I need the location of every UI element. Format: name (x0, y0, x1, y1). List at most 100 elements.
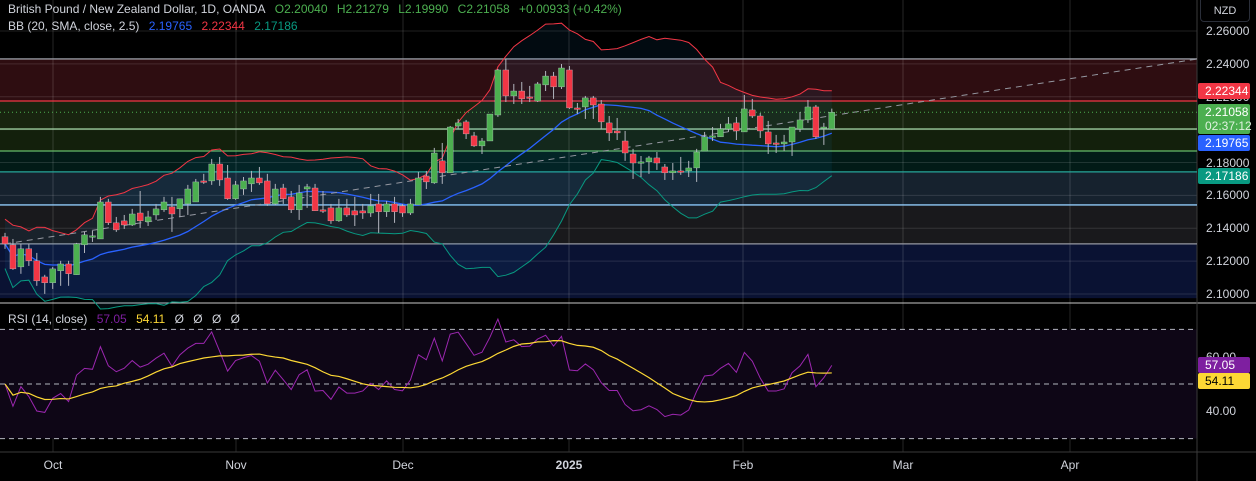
bar-countdown: 02:37:12 (1205, 119, 1252, 134)
candle-body (637, 161, 645, 164)
candle-body (272, 188, 279, 205)
candle-body (375, 203, 382, 212)
candle-body (25, 248, 33, 261)
candle-body (81, 234, 88, 246)
candle-body (97, 201, 104, 240)
candle-body (693, 151, 700, 169)
candle-body (574, 107, 581, 110)
candle-body (804, 106, 812, 121)
candle-body (510, 90, 517, 97)
candle-body (383, 203, 390, 212)
candle-body (65, 263, 72, 274)
candle-body (685, 167, 692, 172)
candle-body (773, 142, 780, 145)
last-price-text: 2.21058 (1205, 105, 1249, 120)
candle-body (788, 126, 796, 143)
rsi-extra-4: Ø (230, 312, 240, 326)
price-tick: 2.16000 (1206, 188, 1250, 203)
candle-body (184, 188, 192, 205)
candle-body (57, 263, 64, 272)
candle-body (423, 175, 430, 183)
candle-body (224, 177, 231, 200)
candle-body (486, 113, 494, 142)
candle (494, 68, 502, 117)
rsi-value: 57.05 (96, 312, 127, 326)
candle-body (550, 75, 557, 88)
candle-body (741, 108, 748, 133)
time-tick: Apr (1060, 458, 1080, 472)
candle-body (1, 236, 9, 245)
candle-body (335, 207, 343, 222)
candle-body (661, 166, 668, 174)
candle-body (820, 126, 827, 129)
rsi-legend: RSI (14, close) 57.05 54.11 Ø Ø Ø Ø (8, 312, 246, 326)
candle-body (17, 248, 25, 268)
candle-body (470, 135, 478, 147)
candle-body (812, 106, 820, 138)
price-tick: 2.14000 (1206, 221, 1250, 236)
candle-body (566, 69, 573, 109)
candle (812, 104, 820, 140)
candle-body (590, 97, 597, 106)
candle-body (701, 136, 708, 152)
candle-body (129, 213, 136, 226)
candle-body (73, 243, 80, 275)
candle-body (216, 163, 223, 181)
rsi-extra-1: Ø (174, 312, 184, 326)
candle-body (399, 205, 406, 214)
candle-body (502, 69, 510, 97)
candle-body (717, 128, 724, 138)
low-value: L2.19990 (398, 2, 449, 16)
candle-body (606, 122, 613, 134)
candle-body (232, 184, 239, 200)
bb-legend: BB (20, SMA, close, 2.5) 2.19765 2.22344… (8, 19, 304, 33)
change-value: +0.00933 (+0.42%) (519, 2, 622, 16)
candle-body (415, 177, 422, 206)
bb-label[interactable]: BB (20, SMA, close, 2.5) (8, 19, 139, 33)
candle-body (447, 126, 454, 174)
candle-body (431, 152, 438, 184)
symbol-title[interactable]: British Pound / New Zealand Dollar, 1D, … (8, 2, 265, 16)
candle-body (709, 135, 716, 138)
candle-body (113, 222, 120, 231)
bb-basis-value: 2.19765 (148, 19, 193, 33)
candle-body (765, 131, 772, 145)
rsi-label[interactable]: RSI (14, close) (8, 312, 87, 326)
bb-upper-badge-text: 2.22344 (1205, 84, 1249, 99)
candle-body (749, 109, 756, 117)
high-value: H2.21279 (336, 2, 389, 16)
bb-upper-value: 2.22344 (201, 19, 245, 33)
candle-body (462, 121, 470, 135)
candle-body (121, 220, 128, 226)
candle-body (796, 119, 804, 130)
time-tick: Mar (892, 458, 914, 472)
candle-body (542, 75, 549, 86)
candle-body (391, 203, 398, 212)
candle-body (303, 186, 311, 190)
candle-body (629, 153, 637, 164)
candle (566, 66, 573, 109)
candle (447, 126, 454, 174)
candle (192, 178, 199, 203)
candle-body (248, 177, 255, 185)
time-tick: 2025 (555, 458, 583, 472)
candle-body (518, 90, 525, 100)
candle-body (288, 196, 295, 211)
currency-button[interactable]: NZD (1200, 0, 1250, 22)
candle-body (343, 207, 351, 216)
candle-body (160, 201, 168, 211)
chart-canvas[interactable] (0, 0, 1256, 481)
candle-body (208, 163, 215, 182)
candle-body (105, 201, 112, 224)
candle-body (614, 130, 621, 134)
rsi-tick: 40.00 (1206, 404, 1237, 419)
candle-body (478, 140, 486, 147)
rsi-ma-badge-text: 54.11 (1205, 373, 1235, 388)
candle-body (653, 157, 661, 164)
candle-body (526, 96, 533, 99)
open-value: O2.20040 (274, 2, 328, 16)
price-tick: 2.26000 (1206, 24, 1250, 38)
candle-body (645, 157, 653, 163)
time-tick: Oct (43, 458, 63, 472)
candle-body (439, 160, 446, 174)
